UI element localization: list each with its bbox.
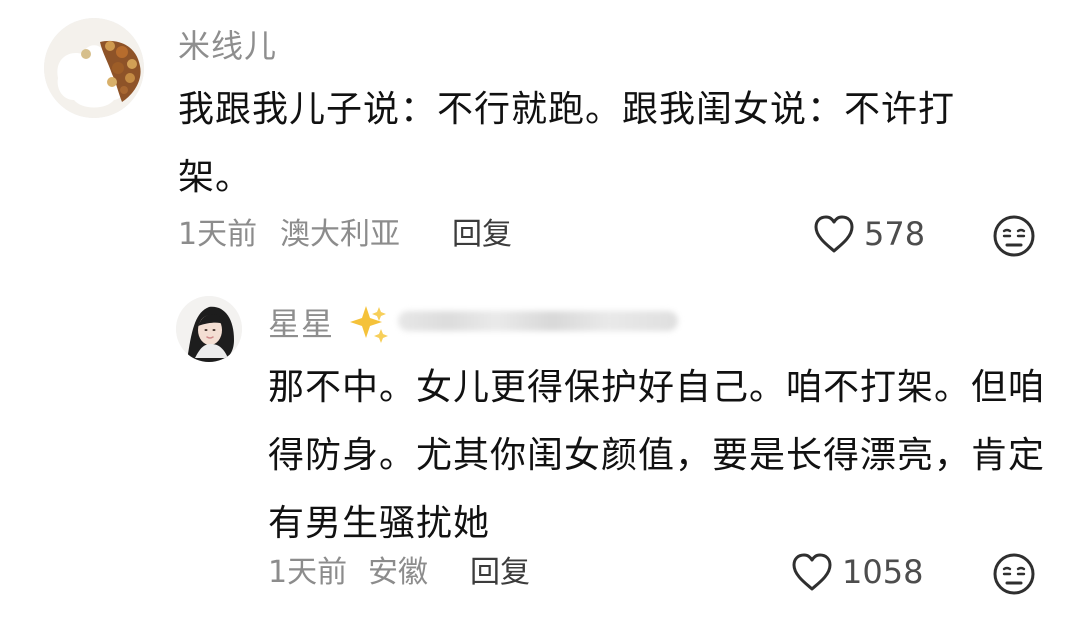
heart-icon (792, 553, 832, 591)
blurred-user-info (398, 311, 678, 331)
like-count: 578 (864, 215, 926, 253)
reply-location: 安徽 (368, 555, 428, 590)
neutral-face-icon[interactable] (992, 552, 1036, 596)
sparkles-icon (350, 306, 388, 343)
food-avatar[interactable] (44, 18, 144, 118)
comment-time: 1天前 (178, 217, 258, 252)
reply-button[interactable]: 回复 (470, 558, 530, 588)
comment-author[interactable]: 米线儿 (178, 30, 277, 62)
reply-item: 星星 那不中。女儿更得保护好自己。咱不打架。但咱得防身。尤其你闺女颜值，要是长得… (0, 280, 1080, 630)
reply-text: 那不中。女儿更得保护好自己。咱不打架。但咱得防身。尤其你闺女颜值，要是长得漂亮，… (268, 367, 1046, 544)
like-button[interactable]: 1058 (790, 552, 923, 592)
comment-text: 我跟我儿子说：不行就跑。跟我闺女说：不许打架。 (178, 89, 956, 198)
comment-location: 澳大利亚 (280, 217, 400, 252)
like-button[interactable]: 578 (812, 214, 925, 254)
reply-author[interactable]: 星星 (268, 308, 334, 340)
like-count: 1058 (842, 553, 924, 591)
reply-button[interactable]: 回复 (452, 220, 512, 250)
portrait-avatar[interactable] (176, 296, 242, 362)
reply-time: 1天前 (268, 555, 348, 590)
heart-icon (814, 215, 854, 253)
neutral-face-icon[interactable] (992, 214, 1036, 258)
comment-item: 米线儿 我跟我儿子说：不行就跑。跟我闺女说：不许打架。 1天前 澳大利亚 回复 … (0, 0, 1080, 280)
